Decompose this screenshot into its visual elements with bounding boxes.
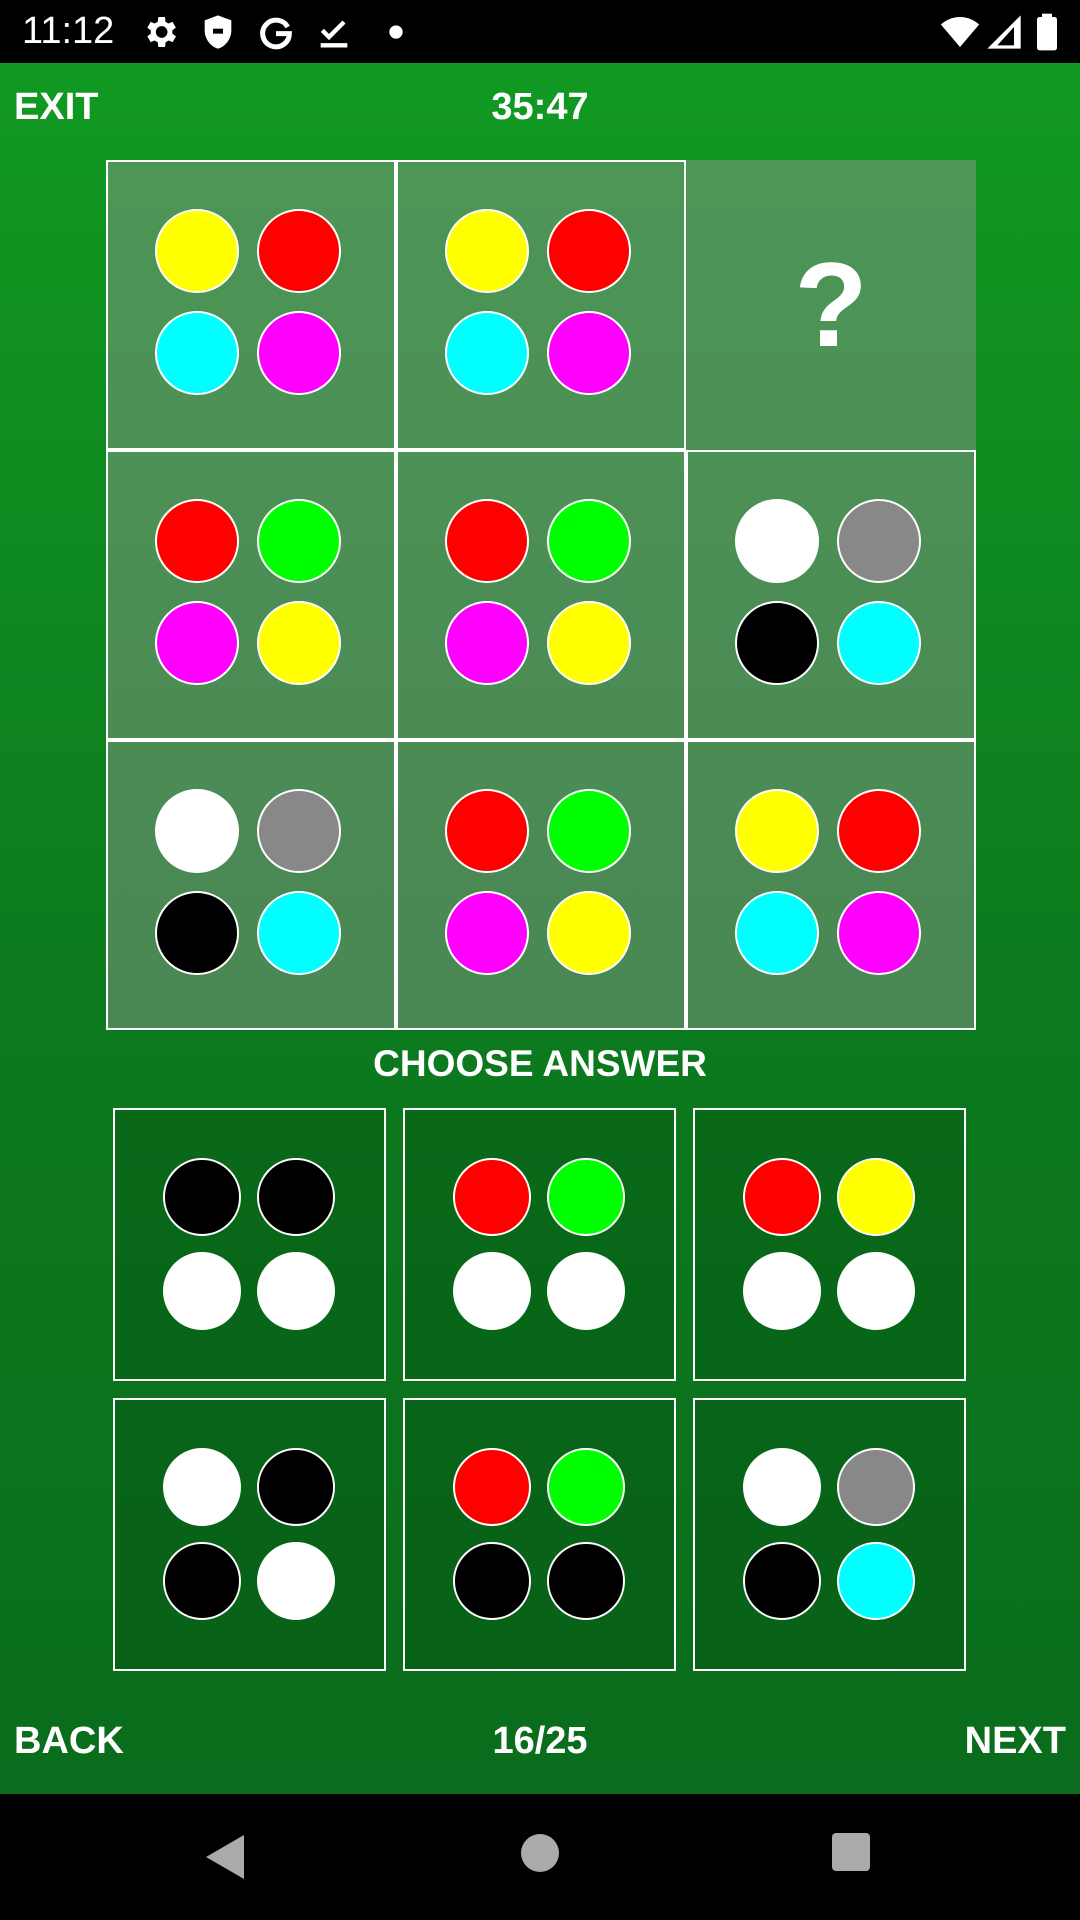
gray-circle	[257, 789, 341, 873]
cyan-circle	[837, 1542, 915, 1620]
gray-circle	[837, 1448, 915, 1526]
yellow-circle	[155, 209, 239, 293]
download-done-icon	[320, 20, 348, 48]
white-circle	[453, 1252, 531, 1330]
battery-icon	[1037, 13, 1057, 51]
matrix-cell	[106, 160, 396, 450]
status-bar: 11:12	[0, 0, 1080, 63]
yellow-circle	[547, 601, 631, 685]
answer-option-6[interactable]	[693, 1398, 966, 1671]
red-circle	[547, 209, 631, 293]
recents-square-icon[interactable]	[830, 1831, 872, 1873]
yellow-circle	[735, 789, 819, 873]
timer: 35:47	[491, 86, 589, 128]
red-circle	[445, 789, 529, 873]
green-circle	[547, 499, 631, 583]
magenta-circle	[257, 311, 341, 395]
answer-option-1[interactable]	[113, 1108, 386, 1381]
gear-icon	[147, 17, 176, 47]
red-circle	[155, 499, 239, 583]
yellow-circle	[547, 891, 631, 975]
black-circle	[163, 1542, 241, 1620]
black-circle	[163, 1158, 241, 1236]
cyan-circle	[257, 891, 341, 975]
cell-signal-icon	[987, 15, 1021, 49]
cyan-circle	[155, 311, 239, 395]
red-circle	[445, 499, 529, 583]
answer-options	[113, 1108, 968, 1671]
black-circle	[257, 1158, 335, 1236]
answer-option-4[interactable]	[113, 1398, 386, 1671]
yellow-circle	[257, 601, 341, 685]
white-circle	[163, 1252, 241, 1330]
magenta-circle	[155, 601, 239, 685]
matrix-cell	[686, 450, 976, 740]
matrix-cell	[106, 450, 396, 740]
white-circle	[743, 1252, 821, 1330]
white-circle	[163, 1448, 241, 1526]
question-mark: ?	[794, 238, 868, 372]
white-circle	[837, 1252, 915, 1330]
black-circle	[743, 1542, 821, 1620]
cyan-circle	[735, 891, 819, 975]
shield-icon	[204, 15, 232, 49]
matrix-cell	[106, 740, 396, 1030]
red-circle	[743, 1158, 821, 1236]
back-triangle-icon[interactable]	[202, 1832, 248, 1882]
white-circle	[735, 499, 819, 583]
red-circle	[257, 209, 341, 293]
magenta-circle	[547, 311, 631, 395]
white-circle	[547, 1252, 625, 1330]
black-circle	[155, 891, 239, 975]
magenta-circle	[837, 891, 921, 975]
google-g-icon	[260, 17, 292, 50]
white-circle	[743, 1448, 821, 1526]
black-circle	[735, 601, 819, 685]
black-circle	[257, 1448, 335, 1526]
cyan-circle	[445, 311, 529, 395]
home-circle-icon[interactable]	[518, 1831, 562, 1875]
green-circle	[547, 1448, 625, 1526]
red-circle	[453, 1448, 531, 1526]
cyan-circle	[837, 601, 921, 685]
white-circle	[257, 1542, 335, 1620]
black-circle	[453, 1542, 531, 1620]
white-circle	[155, 789, 239, 873]
matrix-cell	[396, 160, 686, 450]
status-time: 11:12	[22, 10, 115, 52]
choose-answer-title: CHOOSE ANSWER	[373, 1043, 707, 1084]
yellow-circle	[445, 209, 529, 293]
dot-icon	[389, 25, 403, 39]
answer-option-5[interactable]	[403, 1398, 676, 1671]
matrix-cell	[396, 740, 686, 1030]
magenta-circle	[445, 891, 529, 975]
game-area: EXIT 35:47 ? CHOOSE ANSWER BACK 16/25 NE…	[0, 63, 1080, 1794]
green-circle	[547, 1158, 625, 1236]
yellow-circle	[837, 1158, 915, 1236]
answer-option-3[interactable]	[693, 1108, 966, 1381]
magenta-circle	[445, 601, 529, 685]
missing-cell: ?	[686, 160, 976, 450]
black-circle	[547, 1542, 625, 1620]
green-circle	[257, 499, 341, 583]
red-circle	[837, 789, 921, 873]
green-circle	[547, 789, 631, 873]
question-progress: 16/25	[492, 1720, 588, 1762]
puzzle-matrix: ?	[106, 160, 976, 1030]
next-button[interactable]: NEXT	[965, 1720, 1066, 1763]
matrix-cell	[686, 740, 976, 1030]
navigation-bar	[0, 1794, 1080, 1920]
matrix-cell	[396, 450, 686, 740]
wifi-icon	[940, 17, 980, 47]
answer-option-2[interactable]	[403, 1108, 676, 1381]
gray-circle	[837, 499, 921, 583]
white-circle	[257, 1252, 335, 1330]
red-circle	[453, 1158, 531, 1236]
